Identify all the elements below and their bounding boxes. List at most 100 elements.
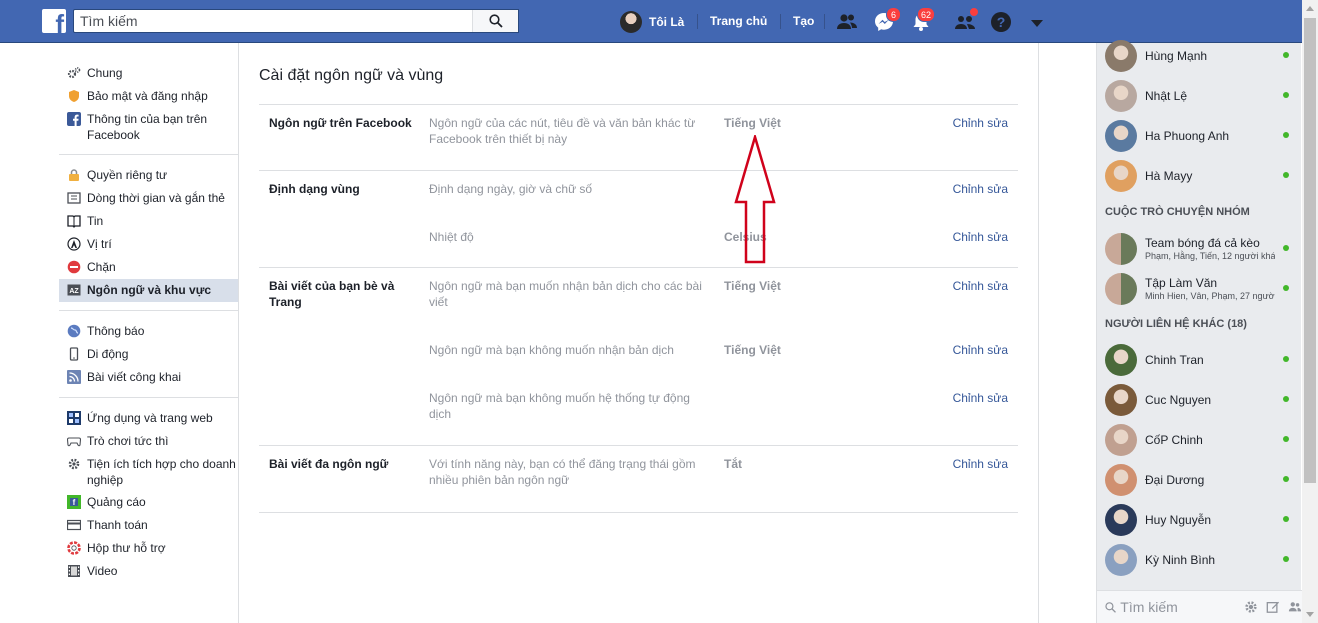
sidebar-item-label: Trò chơi tức thì (87, 434, 169, 448)
scroll-up-arrow-icon[interactable] (1302, 0, 1318, 17)
group-chat-item[interactable]: Tập Làm Văn Minh Hien, Vân, Phạm, 27 ngườ… (1105, 273, 1295, 305)
account-menu-chevron-down-icon[interactable] (1026, 13, 1048, 35)
sidebar-item-mobile[interactable]: Di động (59, 343, 239, 366)
edit-link[interactable]: Chỉnh sửa (924, 229, 1018, 267)
sidebar-item-shield[interactable]: Bảo mật và đăng nhập (59, 85, 239, 108)
setting-description: Định dạng ngày, giờ và chữ số (429, 182, 593, 196)
gear-icon[interactable] (1244, 599, 1258, 615)
sidebar-item-label: Chặn (87, 260, 116, 274)
sidebar-item-globe[interactable]: Thông báo (59, 320, 239, 343)
sidebar-item-ads[interactable]: f Quảng cáo (59, 491, 239, 514)
sidebar-item-label: Hộp thư hỗ trợ (87, 541, 166, 555)
sidebar-item-label: Thông báo (87, 324, 145, 338)
group-chat-item[interactable]: Team bóng đá cả kèo Phạm, Hằng, Tiến, 12 … (1105, 233, 1295, 265)
new-group-icon[interactable] (1288, 599, 1302, 615)
sidebar-item-language[interactable]: AZ Ngôn ngữ và khu vực (59, 279, 239, 302)
card-icon (66, 517, 82, 533)
friends-icon[interactable] (836, 11, 858, 33)
sidebar-item-lifebuoy[interactable]: Hộp thư hỗ trợ (59, 537, 239, 560)
edit-link[interactable]: Chỉnh sửa (924, 390, 1018, 445)
group-members: Phạm, Hằng, Tiến, 12 người khác (1145, 251, 1275, 261)
language-settings-panel: Cài đặt ngôn ngữ và vùng Ngôn ngữ trên F… (259, 43, 1018, 513)
help-icon[interactable]: ? (990, 11, 1012, 33)
sidebar-item-label: Bảo mật và đăng nhập (87, 89, 208, 103)
scrollbar-thumb[interactable] (1304, 18, 1316, 483)
contact-item[interactable]: Hà Mayy (1105, 160, 1295, 192)
avatar (1105, 120, 1137, 152)
divider (780, 14, 781, 29)
sidebar-item-facebook[interactable]: Thông tin của bạn trên Facebook (59, 108, 239, 146)
settings-section: Bài viết của bạn bè và Trang Ngôn ngữ mà … (259, 267, 1018, 445)
edit-link[interactable]: Chỉnh sửa (924, 456, 1018, 512)
contact-name: Hà Mayy (1145, 169, 1193, 183)
contact-item[interactable]: Chinh Tran (1105, 344, 1295, 376)
edit-link[interactable]: Chỉnh sửa (924, 278, 1018, 332)
edit-link[interactable]: Chỉnh sửa (924, 115, 1018, 170)
create-link[interactable]: Tạo (793, 14, 814, 28)
contact-item[interactable]: Kỳ Ninh Bình (1105, 544, 1295, 576)
divider (1038, 43, 1039, 623)
contact-name: Nhật Lệ (1145, 89, 1188, 103)
sidebar-item-timeline[interactable]: Dòng thời gian và gắn thẻ (59, 187, 239, 210)
settings-sidebar: Chung Bảo mật và đăng nhập Thông tin của b… (59, 62, 239, 583)
group-chats-heading: CUỘC TRÒ CHUYỆN NHÓM (1105, 206, 1250, 218)
sidebar-item-book[interactable]: Tin (59, 210, 239, 233)
profile-link[interactable]: Tôi Là (620, 10, 684, 34)
edit-link[interactable]: Chỉnh sửa (924, 181, 1018, 219)
sidebar-item-apps[interactable]: Ứng dụng và trang web (59, 407, 239, 430)
page-scrollbar[interactable] (1302, 0, 1318, 623)
sidebar-item-card[interactable]: Thanh toán (59, 514, 239, 537)
scroll-down-arrow-icon[interactable] (1302, 606, 1318, 623)
sidebar-item-block[interactable]: Chặn (59, 256, 239, 279)
setting-value: Tiếng Việt (724, 343, 781, 357)
contact-item[interactable]: Đại Dương (1105, 464, 1295, 496)
chat-search-input[interactable] (1120, 599, 1231, 615)
contact-name: Chinh Tran (1145, 353, 1204, 367)
settings-section: Ngôn ngữ trên Facebook Ngôn ngữ của các n… (259, 104, 1018, 170)
setting-value: Tiếng Việt (724, 279, 781, 293)
facebook-logo-icon[interactable]: f (42, 9, 66, 33)
sidebar-item-rss[interactable]: Bài viết công khai (59, 366, 239, 389)
home-link[interactable]: Trang chủ (710, 14, 767, 28)
contact-name: Huy Nguyễn (1145, 513, 1212, 527)
sidebar-item-business-gear[interactable]: Tiện ích tích hợp cho doanh nghiệp (59, 453, 239, 491)
avatar (1105, 504, 1137, 536)
sidebar-item-gamepad[interactable]: Trò chơi tức thì (59, 430, 239, 453)
contact-item[interactable]: CốP Chinh (1105, 424, 1295, 456)
contact-item[interactable]: Hùng Mạnh (1105, 40, 1295, 72)
sidebar-item-location[interactable]: Vị trí (59, 233, 239, 256)
sidebar-item-lock[interactable]: Quyền riêng tư (59, 164, 239, 187)
avatar (1105, 80, 1137, 112)
contact-item[interactable]: Nhật Lệ (1105, 80, 1295, 112)
notifications-badge: 62 (917, 7, 936, 22)
online-status-dot (1283, 396, 1289, 402)
contact-item[interactable]: Cuc Nguyen (1105, 384, 1295, 416)
sidebar-item-film[interactable]: Video (59, 560, 239, 583)
contact-item[interactable]: Huy Nguyễn (1105, 504, 1295, 536)
apps-icon (66, 410, 82, 426)
sidebar-item-label: Thanh toán (87, 518, 148, 532)
facebook-icon (66, 111, 82, 127)
setting-description: Ngôn ngữ mà bạn không muốn nhận bản dịch (429, 343, 674, 357)
contact-item[interactable]: Ha Phuong Anh (1105, 120, 1295, 152)
search-box (73, 9, 519, 33)
divider (59, 310, 239, 311)
section-label (259, 342, 429, 380)
group-avatar (1105, 273, 1137, 305)
sidebar-item-label: Vị trí (87, 237, 112, 251)
setting-description: Ngôn ngữ của các nút, tiêu đề và văn bản… (429, 116, 696, 146)
search-input[interactable] (74, 10, 474, 32)
sidebar-item-gear[interactable]: Chung (59, 62, 239, 85)
search-button[interactable] (472, 10, 518, 32)
settings-row: Bài viết đa ngôn ngữ Với tính năng này, b… (259, 446, 1018, 512)
compose-icon[interactable] (1266, 599, 1280, 615)
divider (697, 14, 698, 29)
edit-link[interactable]: Chỉnh sửa (924, 342, 1018, 380)
online-status-dot (1283, 356, 1289, 362)
online-status-dot (1283, 132, 1289, 138)
block-icon (66, 259, 82, 275)
sidebar-item-label: Ngôn ngữ và khu vực (87, 283, 212, 297)
svg-text:AZ: AZ (69, 288, 79, 295)
svg-text:?: ? (997, 14, 1006, 30)
timeline-icon (66, 190, 82, 206)
